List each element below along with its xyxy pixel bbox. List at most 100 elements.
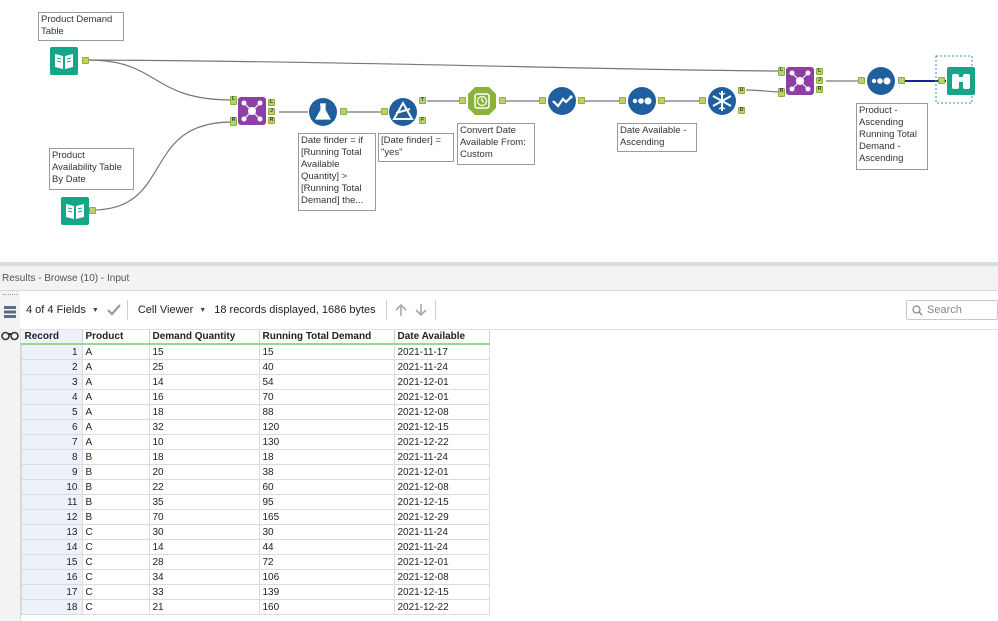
binoculars-icon[interactable] [1,329,19,341]
cell-record[interactable]: 12 [21,509,83,525]
join-left-anchor[interactable]: L [230,96,237,105]
table-row[interactable]: 6 A 32 120 2021-12-15 [21,419,490,435]
join-j-output[interactable]: J [268,108,275,115]
output-anchor[interactable] [499,97,506,104]
cell-product[interactable]: B [81,494,150,510]
cell-product[interactable]: C [81,554,150,570]
cell-date-available[interactable]: 2021-12-01 [393,464,490,480]
filter-true-anchor[interactable]: T [419,97,426,104]
table-row[interactable]: 9 B 20 38 2021-12-01 [21,464,490,480]
cell-product[interactable]: B [81,479,150,495]
cell-demand-quantity[interactable]: 33 [148,584,260,600]
cell-date-available[interactable]: 2021-12-15 [393,494,490,510]
cell-product[interactable]: B [81,509,150,525]
output-anchor[interactable] [340,108,347,115]
table-row[interactable]: 1 A 15 15 2021-11-17 [21,343,490,360]
datetime-tool[interactable] [467,86,497,116]
cell-product[interactable]: A [81,359,150,375]
unique-tool[interactable] [707,86,737,116]
input-anchor[interactable] [619,97,626,104]
table-row[interactable]: 11 B 35 95 2021-12-15 [21,494,490,510]
fields-selector[interactable]: 4 of 4 Fields ▼ [20,299,105,321]
filter-tool[interactable] [388,97,418,127]
cell-running-total-demand[interactable]: 88 [258,404,395,420]
cell-date-available[interactable]: 2021-12-01 [393,374,490,390]
output-anchor[interactable] [658,97,665,104]
cell-running-total-demand[interactable]: 18 [258,449,395,465]
cell-product[interactable]: A [81,389,150,405]
cell-demand-quantity[interactable]: 35 [148,494,260,510]
cell-date-available[interactable]: 2021-11-24 [393,539,490,555]
cell-running-total-demand[interactable]: 54 [258,374,395,390]
cell-date-available[interactable]: 2021-12-01 [393,554,490,570]
cell-running-total-demand[interactable]: 72 [258,554,395,570]
cell-record[interactable]: 9 [21,464,83,480]
cell-date-available[interactable]: 2021-12-01 [393,389,490,405]
output-anchor[interactable] [89,207,96,214]
cell-demand-quantity[interactable]: 16 [148,389,260,405]
column-header-record[interactable]: Record [21,330,83,345]
cell-date-available[interactable]: 2021-12-08 [393,569,490,585]
cell-record[interactable]: 1 [21,343,83,360]
cell-demand-quantity[interactable]: 20 [148,464,260,480]
output-anchor[interactable] [578,97,585,104]
cell-record[interactable]: 6 [21,419,83,435]
cell-product[interactable]: C [81,524,150,540]
column-header-demand-quantity[interactable]: Demand Quantity [149,330,260,345]
cell-record[interactable]: 13 [21,524,83,540]
filter-false-anchor[interactable]: F [419,117,426,124]
cell-running-total-demand[interactable]: 15 [258,343,395,360]
input-anchor[interactable] [381,108,388,115]
cell-record[interactable]: 2 [21,359,83,375]
table-row[interactable]: 17 C 33 139 2021-12-15 [21,584,490,600]
cell-date-available[interactable]: 2021-12-08 [393,479,490,495]
cell-demand-quantity[interactable]: 21 [148,599,260,615]
cell-demand-quantity[interactable]: 18 [148,404,260,420]
cell-date-available[interactable]: 2021-12-15 [393,419,490,435]
unique-d-anchor[interactable]: D [738,107,745,114]
cell-product[interactable]: A [81,374,150,390]
join-l-output[interactable]: L [268,99,275,106]
workflow-canvas[interactable]: Product Demand Table Product Availabilit… [0,0,998,262]
cell-record[interactable]: 5 [21,404,83,420]
cell-running-total-demand[interactable]: 160 [258,599,395,615]
sort-tool-2[interactable] [627,86,657,116]
cell-record[interactable]: 7 [21,434,83,450]
input-anchor[interactable] [938,77,945,84]
cell-running-total-demand[interactable]: 44 [258,539,395,555]
cell-date-available[interactable]: 2021-12-22 [393,434,490,450]
table-row[interactable]: 12 B 70 165 2021-12-29 [21,509,490,525]
cell-running-total-demand[interactable]: 30 [258,524,395,540]
join-r-output[interactable]: R [268,117,275,124]
cell-date-available[interactable]: 2021-12-15 [393,584,490,600]
cell-demand-quantity[interactable]: 15 [148,343,260,360]
cell-date-available[interactable]: 2021-12-22 [393,599,490,615]
cell-record[interactable]: 14 [21,539,83,555]
cell-date-available[interactable]: 2021-11-17 [393,343,490,360]
cell-record[interactable]: 4 [21,389,83,405]
cell-record[interactable]: 10 [21,479,83,495]
cell-demand-quantity[interactable]: 10 [148,434,260,450]
cell-demand-quantity[interactable]: 14 [148,539,260,555]
cell-record[interactable]: 11 [21,494,83,510]
join-right-anchor[interactable]: R [230,117,237,126]
cell-running-total-demand[interactable]: 70 [258,389,395,405]
cell-demand-quantity[interactable]: 18 [148,449,260,465]
cell-running-total-demand[interactable]: 95 [258,494,395,510]
cell-product[interactable]: B [81,464,150,480]
input-anchor[interactable] [459,97,466,104]
table-row[interactable]: 16 C 34 106 2021-12-08 [21,569,490,585]
join-left-anchor[interactable]: L [778,67,785,76]
column-header-product[interactable]: Product [82,330,150,345]
cell-date-available[interactable]: 2021-12-29 [393,509,490,525]
cell-product[interactable]: A [81,343,150,360]
join-j-output[interactable]: J [816,77,823,84]
sort-tool-3[interactable] [866,66,896,96]
cell-product[interactable]: C [81,539,150,555]
cell-product[interactable]: A [81,419,150,435]
cell-running-total-demand[interactable]: 106 [258,569,395,585]
cell-demand-quantity[interactable]: 25 [148,359,260,375]
cell-demand-quantity[interactable]: 32 [148,419,260,435]
cell-record[interactable]: 3 [21,374,83,390]
cell-date-available[interactable]: 2021-11-24 [393,449,490,465]
